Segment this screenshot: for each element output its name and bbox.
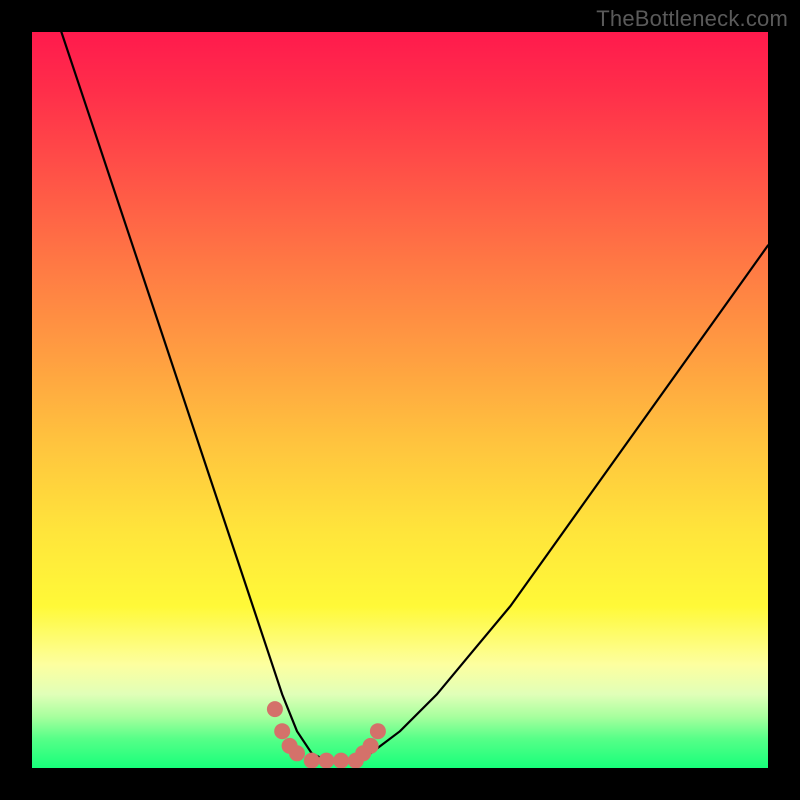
chart-stage: TheBottleneck.com	[0, 0, 800, 800]
watermark-text: TheBottleneck.com	[596, 6, 788, 32]
plot-background	[32, 32, 768, 768]
